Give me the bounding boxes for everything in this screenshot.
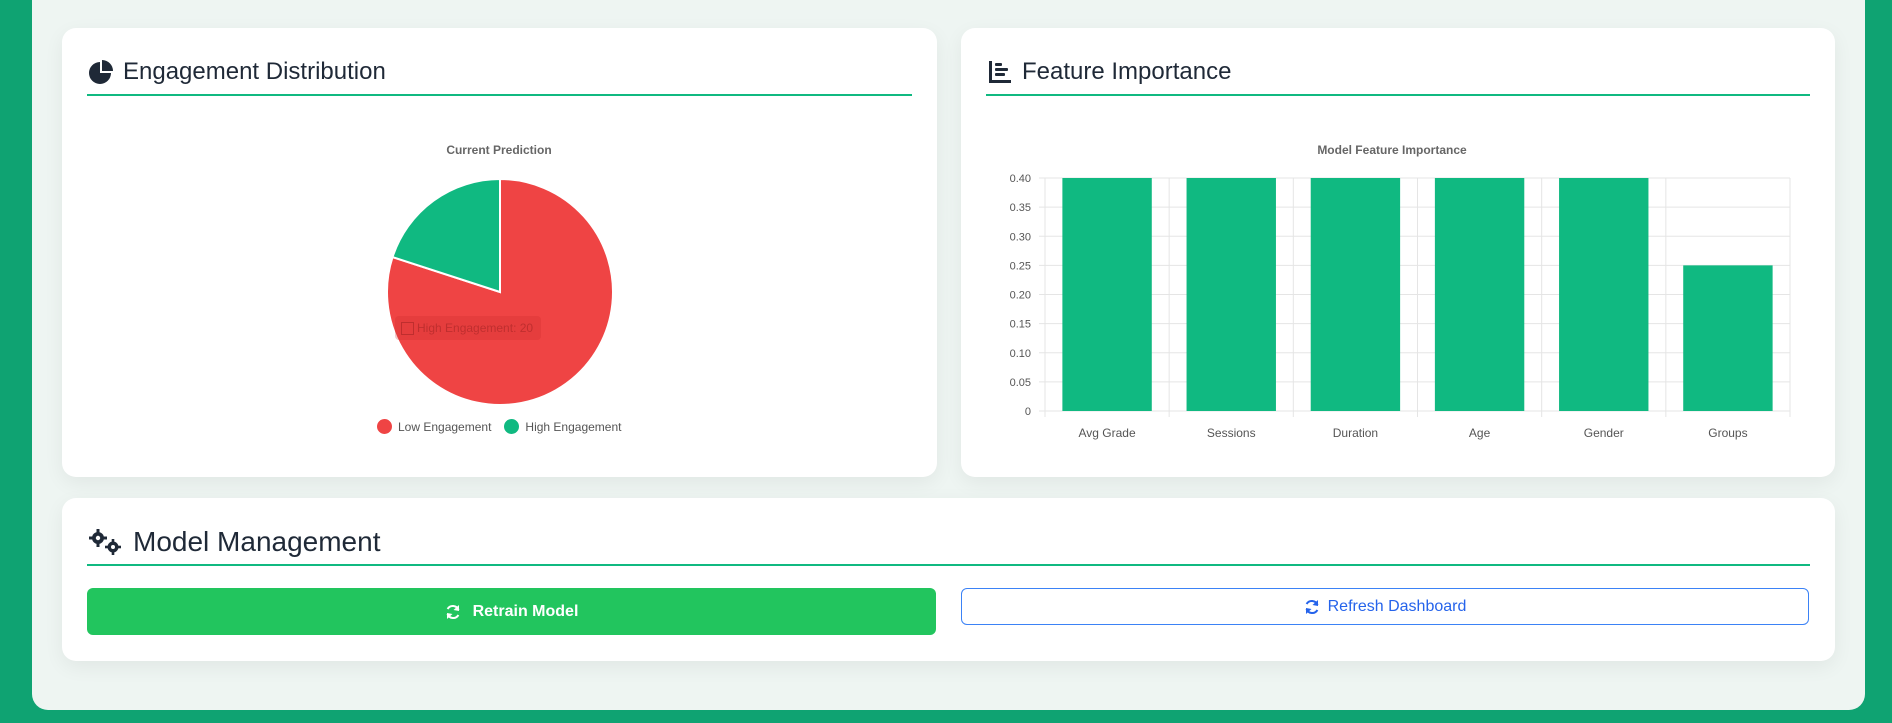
- engagement-pie-chart: [386, 177, 614, 406]
- tooltip-text: High Engagement: 20: [417, 321, 534, 335]
- tooltip-swatch: [401, 321, 414, 335]
- y-tick-label: 0.20: [1010, 290, 1031, 302]
- legend-label-high: High Engagement: [525, 419, 622, 434]
- bar-sessions[interactable]: [1186, 178, 1276, 411]
- legend-item-low[interactable]: Low Engagement: [377, 419, 491, 434]
- legend-dot-high: [504, 419, 520, 434]
- bar-chart-title: Model Feature Importance: [1317, 143, 1467, 157]
- sync-icon: [445, 604, 461, 620]
- refresh-dashboard-button[interactable]: Refresh Dashboard: [961, 588, 1809, 625]
- refresh-label: Refresh Dashboard: [1327, 597, 1467, 615]
- engagement-card-header: Engagement Distribution: [87, 50, 912, 96]
- y-tick-label: 0.30: [1010, 231, 1031, 243]
- legend-label-low: Low Engagement: [398, 419, 492, 434]
- x-tick-label: Groups: [1708, 426, 1747, 440]
- y-tick-label: 0: [1025, 406, 1031, 418]
- x-tick-label: Sessions: [1207, 426, 1256, 440]
- bar-duration[interactable]: [1310, 178, 1401, 411]
- x-tick-label: Duration: [1333, 426, 1378, 440]
- pie-tooltip: High Engagement: 20: [395, 316, 541, 340]
- sync-icon: [1304, 599, 1320, 615]
- bar-groups[interactable]: [1683, 265, 1773, 411]
- x-tick-label: Gender: [1584, 426, 1624, 440]
- y-tick-label: 0.10: [1010, 348, 1031, 360]
- gears-icon: [87, 528, 125, 556]
- feature-card-title: Feature Importance: [1022, 58, 1232, 85]
- bar-avg-grade[interactable]: [1062, 178, 1152, 411]
- y-tick-label: 0.15: [1010, 319, 1031, 331]
- model-card-header: Model Management: [87, 520, 1810, 566]
- bar-chart-icon: [986, 58, 1014, 86]
- y-tick-label: 0.25: [1010, 260, 1031, 272]
- legend-item-high[interactable]: High Engagement: [504, 419, 621, 434]
- pie-chart-icon: [87, 58, 115, 86]
- pie-legend: Low Engagement High Engagement: [377, 419, 634, 434]
- model-management-card: Model Management: [62, 498, 1835, 661]
- y-tick-label: 0.40: [1010, 173, 1031, 185]
- bar-gender[interactable]: [1559, 178, 1649, 411]
- retrain-model-button[interactable]: Retrain Model: [87, 588, 936, 635]
- retrain-label: Retrain Model: [472, 602, 579, 620]
- pie-chart-title: Current Prediction: [446, 143, 552, 157]
- y-tick-label: 0.05: [1010, 377, 1031, 389]
- legend-dot-low: [377, 419, 392, 434]
- feature-importance-bar-chart: 0 0.05 0.10 0.15 0.20 0.25 0.30 0.35 0.40 Avg Gra…: [1010, 173, 1791, 440]
- feature-card-header: Feature Importance: [986, 50, 1810, 96]
- engagement-card-title: Engagement Distribution: [123, 58, 386, 85]
- x-tick-label: Avg Grade: [1079, 426, 1136, 440]
- model-card-title: Model Management: [133, 526, 381, 557]
- y-tick-label: 0.35: [1010, 202, 1031, 214]
- x-tick-label: Age: [1469, 426, 1491, 440]
- bar-age[interactable]: [1434, 178, 1525, 411]
